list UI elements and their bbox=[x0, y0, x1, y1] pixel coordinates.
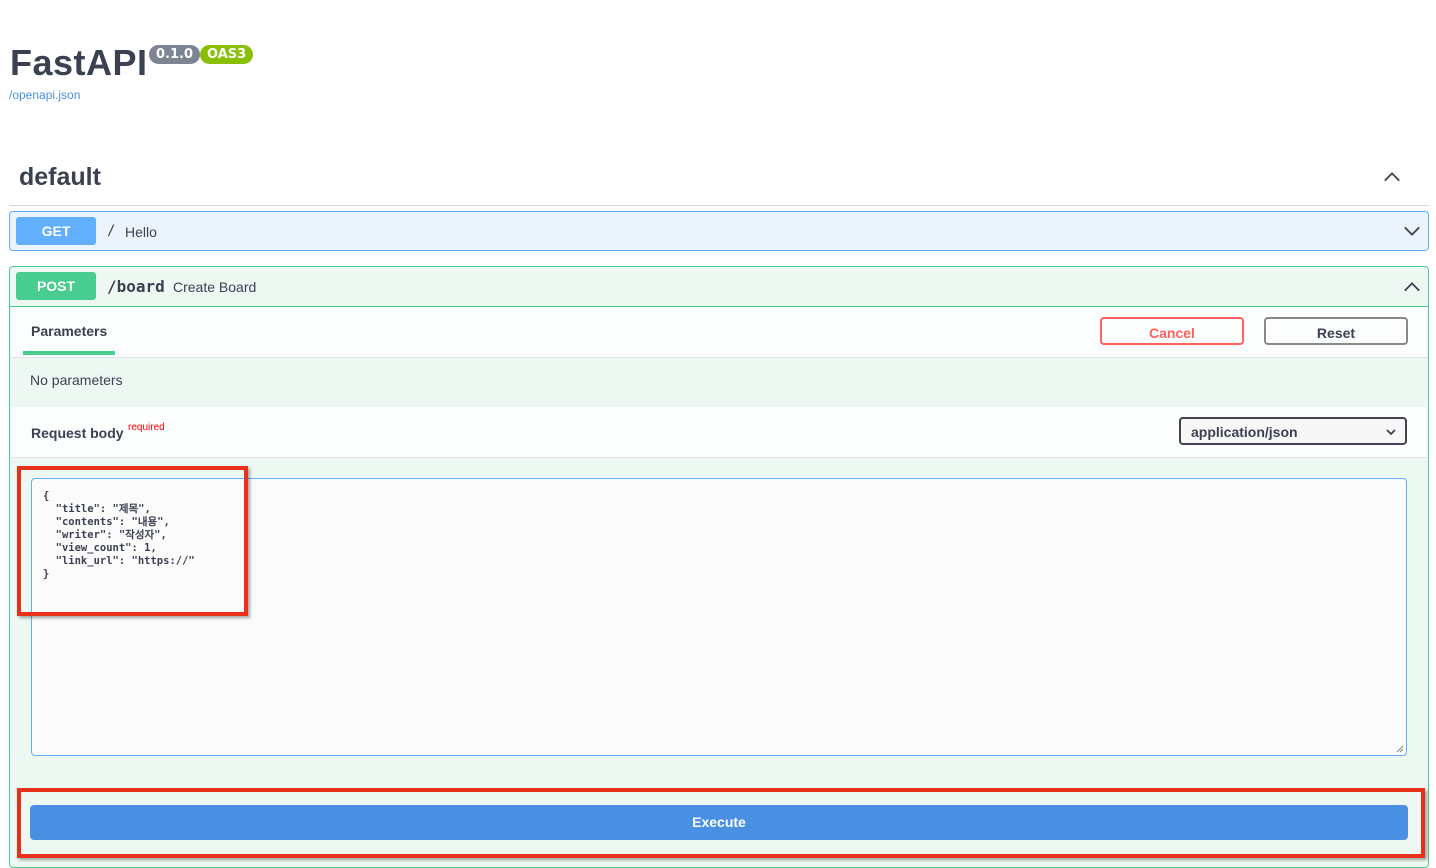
oas-badge: OAS3 bbox=[200, 45, 254, 64]
chevron-up-icon[interactable] bbox=[1403, 278, 1421, 296]
operation-path: /board bbox=[107, 277, 165, 296]
request-body-title: Request body bbox=[31, 425, 124, 441]
operation-summary: Hello bbox=[125, 224, 157, 240]
chevron-down-icon bbox=[1386, 429, 1396, 436]
method-badge-post: POST bbox=[16, 272, 96, 300]
chevron-down-icon[interactable] bbox=[1403, 222, 1421, 240]
tab-active-indicator bbox=[23, 351, 115, 355]
annotation-highlight-execute bbox=[17, 788, 1425, 858]
version-badge: 0.1.0 bbox=[149, 45, 201, 64]
cancel-button[interactable]: Cancel bbox=[1100, 317, 1244, 345]
operation-header[interactable]: POST /board Create Board bbox=[10, 267, 1428, 307]
tab-parameters[interactable]: Parameters bbox=[31, 323, 107, 339]
resize-handle-icon[interactable] bbox=[1396, 745, 1404, 753]
parameters-bar: Parameters Cancel Reset bbox=[11, 307, 1427, 358]
app-title: FastAPI bbox=[10, 42, 148, 83]
content-type-value: application/json bbox=[1191, 424, 1298, 440]
operation-summary: Create Board bbox=[173, 279, 257, 295]
reset-button[interactable]: Reset bbox=[1264, 317, 1408, 345]
openapi-json-link[interactable]: /openapi.json bbox=[9, 88, 80, 102]
required-label: required bbox=[128, 422, 165, 433]
operation-get-root[interactable]: GET / Hello bbox=[9, 211, 1429, 251]
content-type-select[interactable]: application/json bbox=[1179, 417, 1407, 445]
request-body-bar: Request body required application/json bbox=[11, 407, 1427, 458]
method-badge-get: GET bbox=[16, 217, 96, 245]
section-title: default bbox=[19, 163, 101, 191]
annotation-highlight-request-body bbox=[17, 466, 248, 616]
section-divider bbox=[9, 205, 1429, 206]
chevron-up-icon[interactable] bbox=[1383, 168, 1401, 186]
no-parameters-text: No parameters bbox=[30, 372, 123, 388]
operation-path: / bbox=[107, 223, 116, 239]
